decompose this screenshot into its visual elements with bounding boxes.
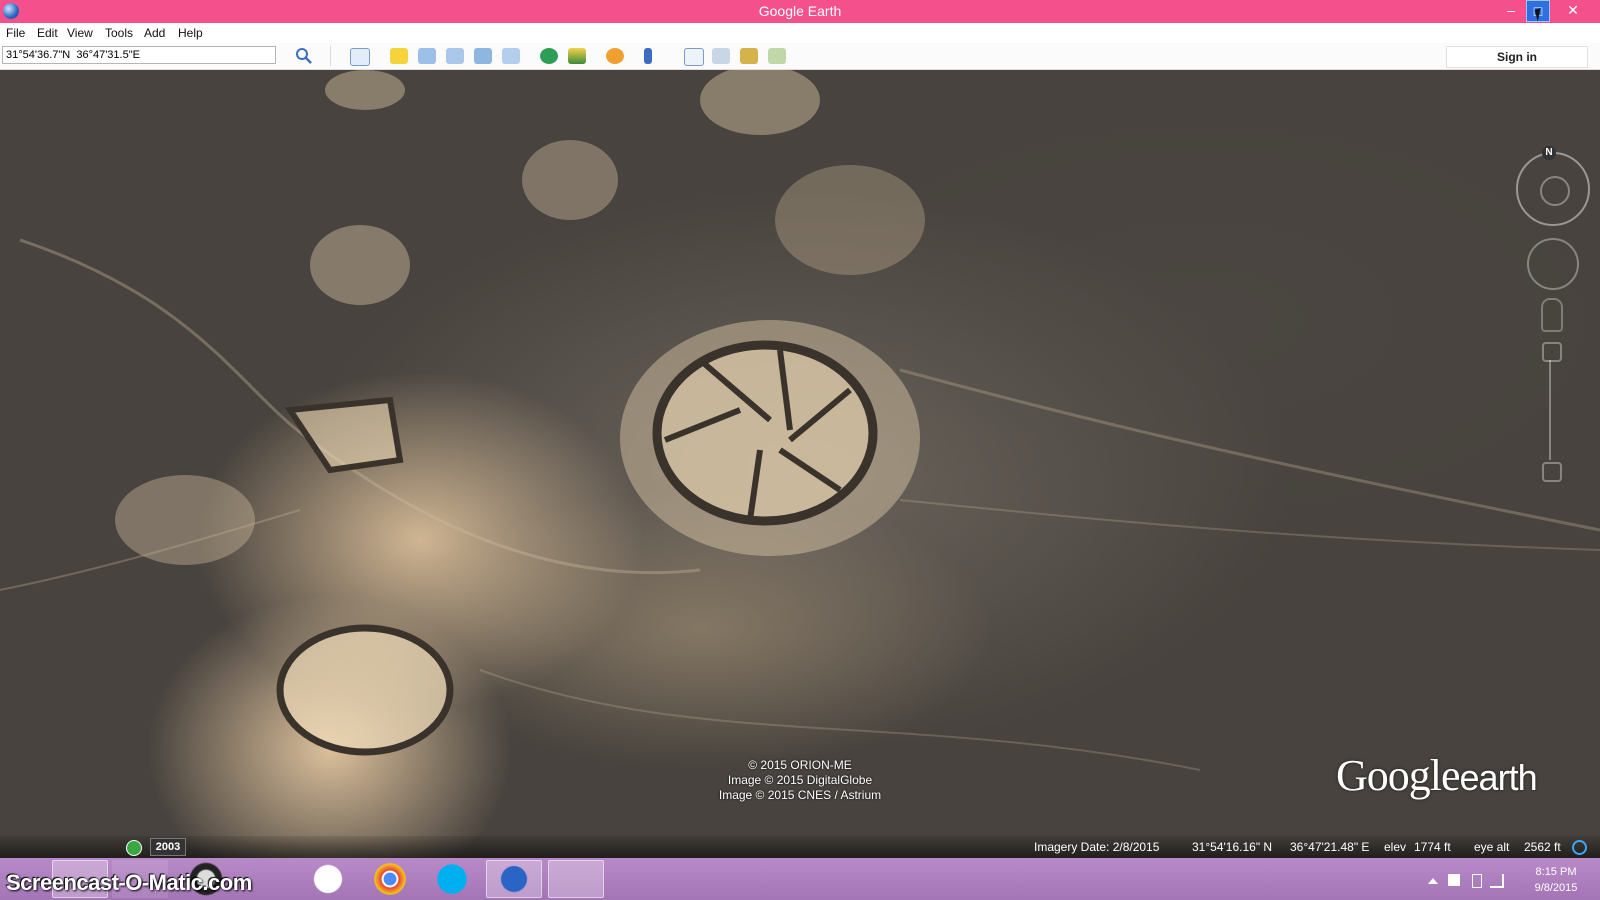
chrome-icon[interactable] — [362, 860, 418, 898]
longitude-readout: 36°47'21.48" E — [1290, 840, 1370, 854]
google-earth-icon[interactable] — [486, 860, 542, 898]
street-view-pegman-icon[interactable] — [1541, 298, 1563, 332]
add-polygon-icon[interactable] — [418, 48, 436, 64]
elevation-label: elev — [1384, 840, 1407, 854]
elevation-value: 1774 ft — [1414, 840, 1451, 854]
menu-bar: File Edit View Tools Add Help — [0, 23, 1600, 44]
zoom-slider[interactable] — [1549, 360, 1551, 460]
menu-tools[interactable]: Tools — [105, 26, 133, 40]
compass-center[interactable] — [1540, 176, 1570, 206]
add-path-icon[interactable] — [446, 48, 464, 64]
snipping-tool-icon[interactable] — [548, 860, 604, 898]
eye-alt-value: 2562 ft — [1524, 840, 1561, 854]
menu-help[interactable]: Help — [178, 26, 203, 40]
latitude-readout: 31°54'16.16" N — [1192, 840, 1273, 854]
move-joystick[interactable] — [1527, 238, 1579, 290]
clock-date: 9/8/2015 — [1534, 882, 1578, 894]
compass-ring[interactable] — [1516, 152, 1590, 226]
google-earth-logo: Googleearth — [1336, 750, 1538, 801]
system-clock[interactable]: 8:15 PM 9/8/2015 — [1520, 864, 1592, 896]
email-icon[interactable] — [684, 48, 704, 66]
navigation-controls: N — [1512, 146, 1592, 486]
view-in-maps-icon[interactable] — [768, 48, 786, 64]
menu-edit[interactable]: Edit — [37, 26, 58, 40]
sign-in-button[interactable]: Sign in — [1446, 46, 1588, 68]
save-image-icon[interactable] — [740, 48, 758, 64]
copyright-line: Image © 2015 CNES / Astrium — [718, 788, 882, 802]
clock-time: 8:15 PM — [1535, 866, 1577, 878]
menu-file[interactable]: File — [6, 26, 25, 40]
status-bar: Imagery Date: 2/8/2015 31°54'16.16" N 36… — [0, 836, 1600, 858]
north-indicator[interactable]: N — [1542, 146, 1556, 160]
historical-imagery-icon[interactable] — [540, 48, 558, 64]
sidebar-toggle-icon[interactable] — [350, 48, 370, 66]
search-icon[interactable] — [295, 47, 313, 65]
historical-imagery-clock-icon[interactable] — [126, 840, 142, 856]
streaming-indicator-icon — [1572, 840, 1587, 855]
minimize-button[interactable]: – — [1498, 0, 1524, 22]
battery-icon[interactable] — [1472, 874, 1482, 888]
satellite-imagery — [0, 70, 1600, 771]
network-icon[interactable] — [1490, 874, 1504, 888]
imagery-date: Imagery Date: 2/8/2015 — [1034, 840, 1160, 854]
sunlight-icon[interactable] — [568, 48, 586, 64]
menu-view[interactable]: View — [67, 26, 93, 40]
logo-sub: earth — [1459, 757, 1538, 798]
hp-icon[interactable] — [300, 860, 356, 898]
search-input[interactable] — [2, 46, 276, 64]
earth-3d-view[interactable]: © 2015 ORION-ME Image © 2015 DigitalGlob… — [0, 70, 1600, 858]
copyright-line: © 2015 ORION-ME — [748, 758, 852, 772]
action-center-icon[interactable] — [1448, 874, 1460, 886]
close-button[interactable]: ✕ — [1560, 0, 1586, 22]
show-hidden-icons-icon[interactable] — [1428, 878, 1438, 884]
print-icon[interactable] — [712, 48, 730, 64]
imagery-copyright: © 2015 ORION-ME Image © 2015 DigitalGlob… — [650, 758, 950, 803]
toolbar-separator — [330, 46, 331, 66]
toolbar: Sign in — [0, 43, 1600, 70]
record-tour-icon[interactable] — [502, 48, 520, 64]
ruler-icon[interactable] — [644, 48, 652, 64]
logo-main: Google — [1336, 751, 1461, 800]
planets-icon[interactable] — [606, 48, 624, 64]
zoom-in-button[interactable] — [1542, 342, 1562, 362]
zoom-out-button[interactable] — [1542, 462, 1562, 482]
copyright-line: Image © 2015 DigitalGlobe — [727, 773, 873, 787]
menu-add[interactable]: Add — [144, 26, 165, 40]
add-image-overlay-icon[interactable] — [474, 48, 492, 64]
historical-year-badge[interactable]: 2003 — [150, 838, 186, 856]
title-bar: Google Earth – □ ✕ — [0, 0, 1600, 23]
add-placemark-icon[interactable] — [390, 48, 408, 64]
eye-alt-label: eye alt — [1474, 840, 1510, 854]
window-title: Google Earth — [758, 3, 842, 19]
screencast-watermark: Screencast-O-Matic.com — [6, 870, 252, 895]
skype-icon[interactable] — [424, 860, 480, 898]
